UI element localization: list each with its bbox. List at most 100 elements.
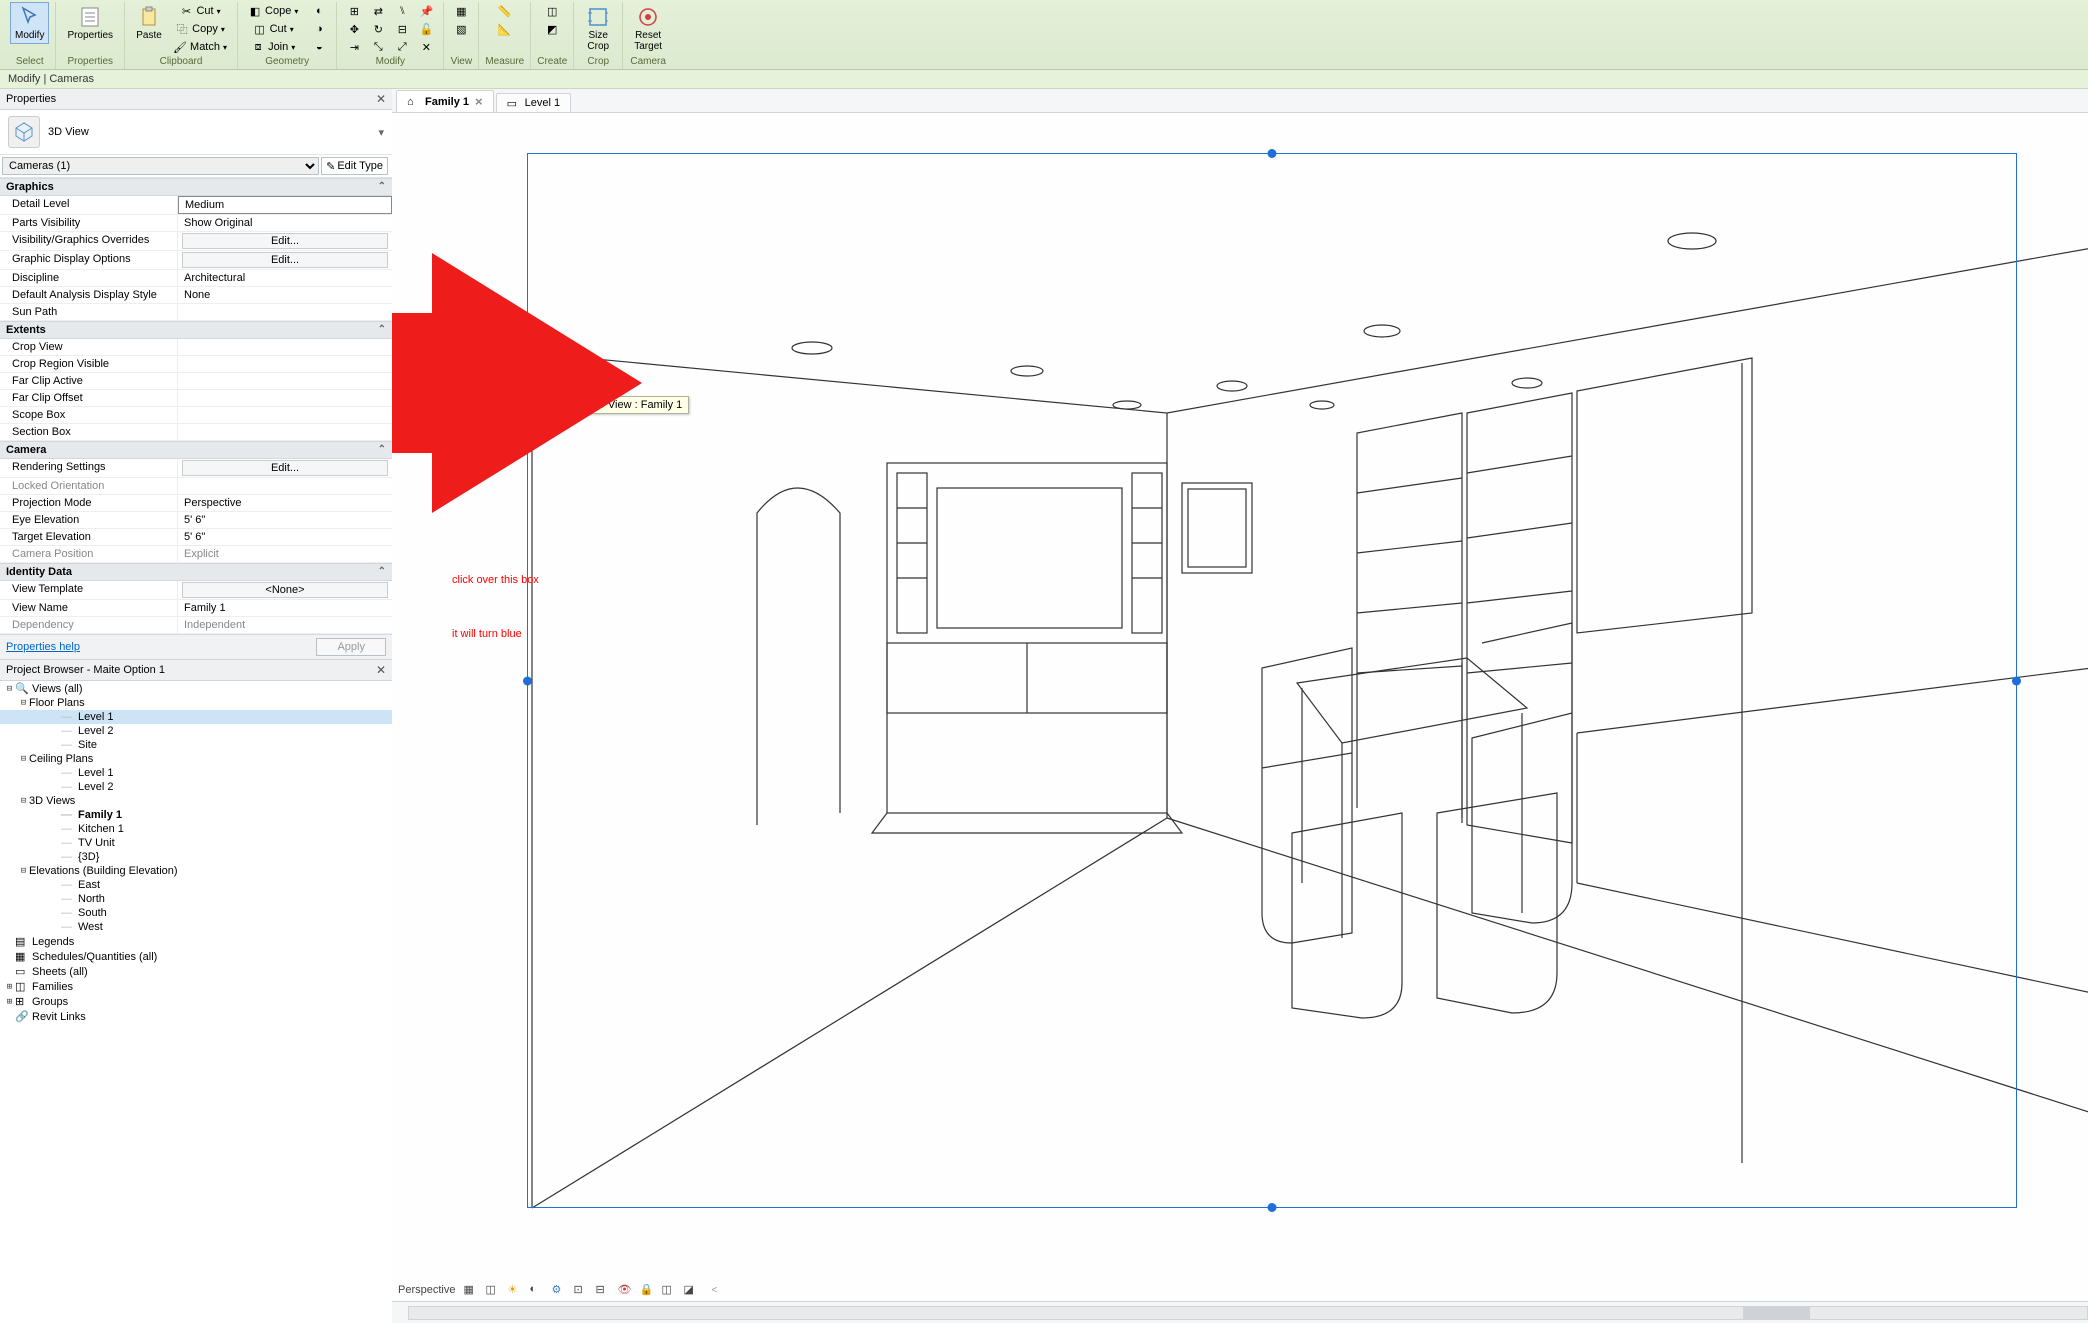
- modify-tool[interactable]: ✕: [415, 38, 437, 56]
- edit-type-button[interactable]: ✎Edit Type: [321, 157, 388, 175]
- prop-row[interactable]: Target Elevation5' 6": [0, 529, 392, 546]
- copy-button[interactable]: ⿻Copy ▾: [169, 20, 231, 38]
- modify-tool[interactable]: ⤢: [391, 38, 413, 56]
- modify-button[interactable]: Modify: [10, 2, 49, 44]
- measure-tool[interactable]: 📐: [494, 20, 516, 38]
- modify-tool[interactable]: ↻: [367, 20, 389, 38]
- prop-value[interactable]: Architectural: [178, 270, 392, 286]
- create-tool[interactable]: ◩: [541, 20, 563, 38]
- browser-node[interactable]: —North: [0, 892, 392, 906]
- prop-row[interactable]: View Template<None>: [0, 581, 392, 600]
- prop-value[interactable]: [178, 339, 392, 355]
- browser-node[interactable]: —Site: [0, 738, 392, 752]
- prop-row[interactable]: Rendering SettingsEdit...: [0, 459, 392, 478]
- prop-value[interactable]: <None>: [182, 582, 388, 598]
- close-icon[interactable]: ✕: [376, 663, 386, 677]
- modify-tool[interactable]: ⇥: [343, 38, 365, 56]
- crop-handle-left[interactable]: [523, 676, 532, 685]
- view-scale[interactable]: Perspective: [398, 1284, 455, 1296]
- prop-row[interactable]: Scope Box: [0, 407, 392, 424]
- prop-row[interactable]: Detail LevelMedium: [0, 196, 392, 215]
- prop-row[interactable]: DisciplineArchitectural: [0, 270, 392, 287]
- prop-value[interactable]: 5' 6": [178, 512, 392, 528]
- prop-row[interactable]: DependencyIndependent: [0, 617, 392, 634]
- browser-node[interactable]: —TV Unit: [0, 836, 392, 850]
- properties-help-link[interactable]: Properties help: [6, 641, 80, 653]
- view-tab[interactable]: ▭Level 1: [496, 93, 571, 112]
- prop-row[interactable]: Sun Path: [0, 304, 392, 321]
- crop-view-icon[interactable]: ⊡: [573, 1283, 587, 1297]
- prop-row[interactable]: Default Analysis Display StyleNone: [0, 287, 392, 304]
- prop-row[interactable]: Parts VisibilityShow Original: [0, 215, 392, 232]
- geom-tool-3[interactable]: ◒: [308, 38, 330, 56]
- chevron-icon[interactable]: <: [711, 1285, 717, 1296]
- measure-tool[interactable]: 📏: [494, 2, 516, 20]
- browser-node[interactable]: —South: [0, 906, 392, 920]
- prop-value[interactable]: [178, 424, 392, 440]
- tree-twisty[interactable]: ⊟: [18, 698, 29, 708]
- chevron-down-icon[interactable]: ▾: [378, 126, 384, 139]
- crop-handle-bottom[interactable]: [1268, 1203, 1277, 1212]
- apply-button[interactable]: Apply: [316, 638, 386, 656]
- cut-geom-button[interactable]: ◫Cut ▾: [244, 20, 302, 38]
- browser-node[interactable]: ⊟3D Views: [0, 794, 392, 808]
- view-tool[interactable]: ▦: [450, 2, 472, 20]
- modify-tool[interactable]: ✥: [343, 20, 365, 38]
- prop-value[interactable]: Edit...: [182, 460, 388, 476]
- reveal-icon[interactable]: ◪: [683, 1283, 697, 1297]
- sun-path-icon[interactable]: ☀: [507, 1283, 521, 1297]
- browser-node[interactable]: —West: [0, 920, 392, 934]
- tree-twisty[interactable]: ⊟: [18, 754, 29, 764]
- temp-hide-icon[interactable]: ◫: [661, 1283, 675, 1297]
- browser-node[interactable]: ⊞⊞Groups: [0, 994, 392, 1009]
- lock-icon[interactable]: 🔒: [639, 1283, 653, 1297]
- render-icon[interactable]: ⚙: [551, 1283, 565, 1297]
- properties-button[interactable]: Properties: [62, 2, 118, 44]
- prop-value[interactable]: Show Original: [178, 215, 392, 231]
- filter-select[interactable]: Cameras (1): [2, 157, 319, 175]
- prop-row[interactable]: Graphic Display OptionsEdit...: [0, 251, 392, 270]
- browser-node[interactable]: —Level 2: [0, 780, 392, 794]
- view-tool[interactable]: ▧: [450, 20, 472, 38]
- prop-row[interactable]: View NameFamily 1: [0, 600, 392, 617]
- prop-value[interactable]: Family 1: [178, 600, 392, 616]
- detail-level-icon[interactable]: ▦: [463, 1283, 477, 1297]
- prop-value[interactable]: [178, 407, 392, 423]
- browser-node[interactable]: ⊞◫Families: [0, 979, 392, 994]
- crop-handle-right[interactable]: [2012, 676, 2021, 685]
- browser-node[interactable]: —{3D}: [0, 850, 392, 864]
- cope-button[interactable]: ◧Cope ▾: [244, 2, 302, 20]
- prop-value[interactable]: Perspective: [178, 495, 392, 511]
- prop-value[interactable]: Medium: [178, 196, 392, 214]
- modify-tool[interactable]: ⊟: [391, 20, 413, 38]
- prop-row[interactable]: Crop Region Visible: [0, 356, 392, 373]
- match-button[interactable]: 🖌Match ▾: [169, 38, 231, 56]
- browser-node[interactable]: ▤Legends: [0, 934, 392, 949]
- modify-tool[interactable]: 📌: [415, 2, 437, 20]
- browser-node[interactable]: —East: [0, 878, 392, 892]
- prop-value[interactable]: [178, 373, 392, 389]
- close-icon[interactable]: ✕: [376, 92, 386, 106]
- prop-value[interactable]: Explicit: [178, 546, 392, 562]
- prop-row[interactable]: Crop View: [0, 339, 392, 356]
- prop-row[interactable]: Section Box: [0, 424, 392, 441]
- drawing-canvas[interactable]: Cameras : 3D View : Family 1 click over …: [392, 113, 2088, 1301]
- prop-row[interactable]: Far Clip Active: [0, 373, 392, 390]
- tree-twisty[interactable]: ⊟: [4, 684, 15, 694]
- prop-section-header[interactable]: Extents⌃: [0, 321, 392, 339]
- prop-value[interactable]: [178, 478, 392, 494]
- type-selector[interactable]: 3D View ▾: [0, 110, 392, 155]
- browser-node[interactable]: —Level 1: [0, 766, 392, 780]
- prop-row[interactable]: Camera PositionExplicit: [0, 546, 392, 563]
- crop-handle-top[interactable]: [1268, 149, 1277, 158]
- paste-button[interactable]: Paste: [131, 2, 167, 44]
- browser-node[interactable]: —Level 2: [0, 724, 392, 738]
- reset-target-button[interactable]: Reset Target: [629, 2, 667, 55]
- prop-value[interactable]: Edit...: [182, 233, 388, 249]
- shadows-icon[interactable]: ◐: [529, 1283, 543, 1297]
- geom-tool-1[interactable]: ◐: [308, 2, 330, 20]
- prop-row[interactable]: Far Clip Offset: [0, 390, 392, 407]
- prop-row[interactable]: Eye Elevation5' 6": [0, 512, 392, 529]
- browser-node[interactable]: —Level 1: [0, 710, 392, 724]
- prop-value[interactable]: None: [178, 287, 392, 303]
